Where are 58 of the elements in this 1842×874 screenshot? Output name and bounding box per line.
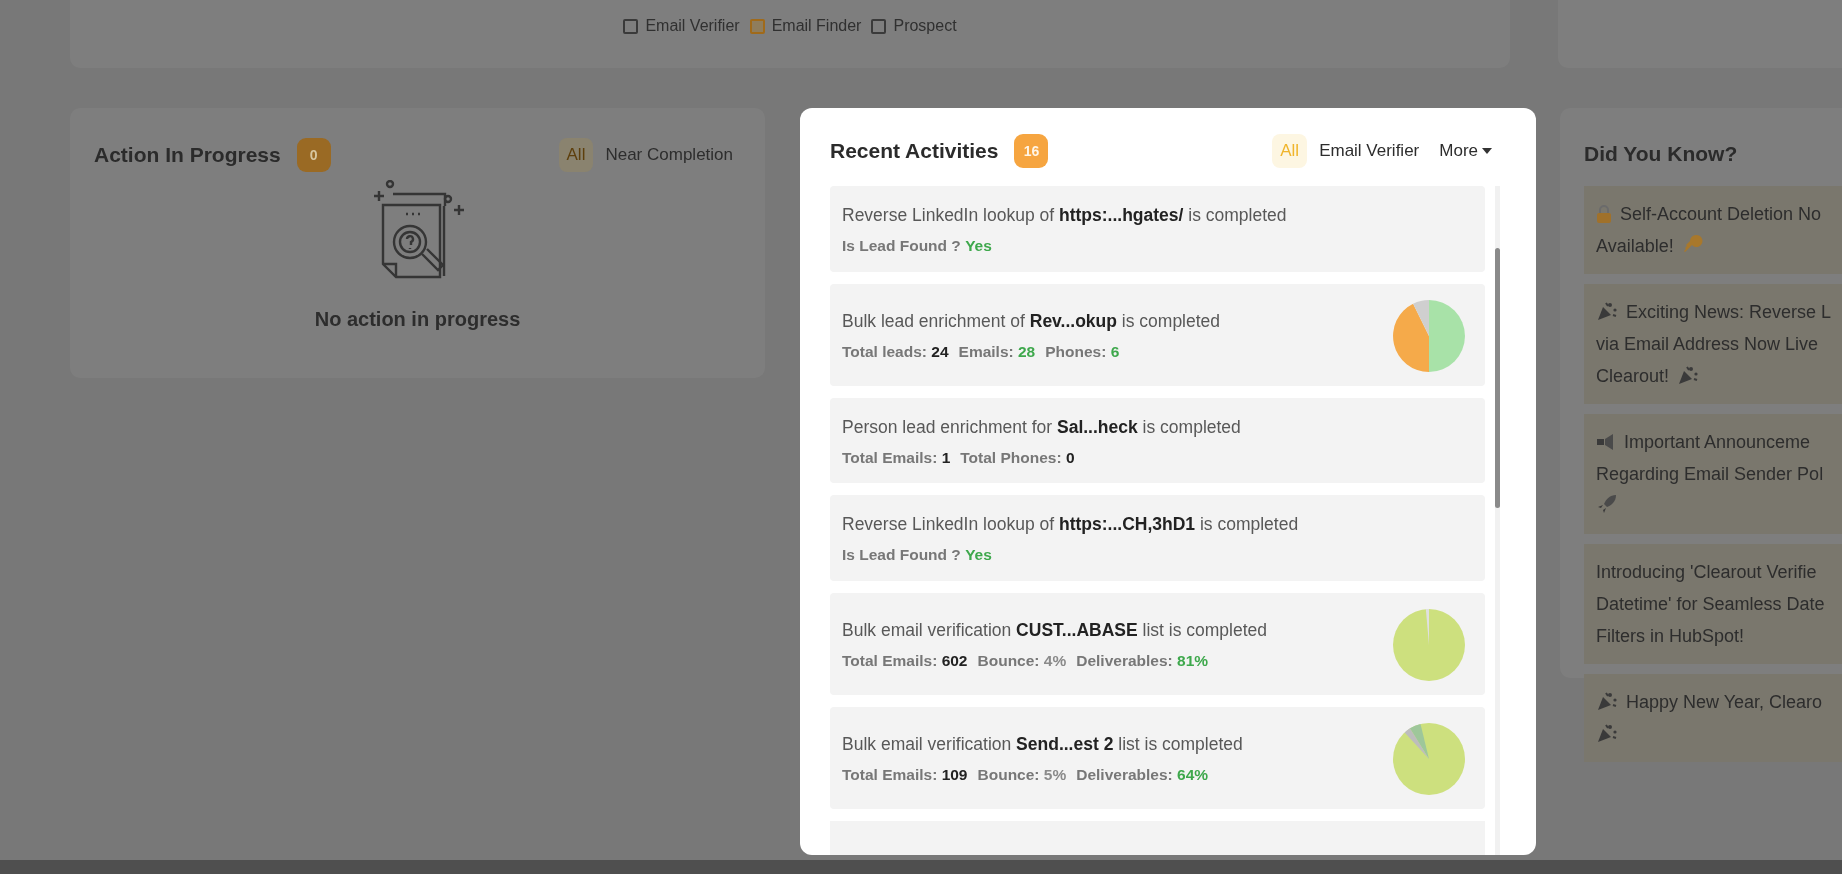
activity-text: Bulk email verification Send...est 2 list is completed — [842, 732, 1244, 756]
party-popper-icon — [1596, 300, 1618, 321]
stat-text: Emails: 28 — [958, 342, 1036, 362]
stat-text: Bounce: 5% — [977, 765, 1067, 785]
scrollbar[interactable] — [1495, 186, 1500, 855]
party-popper-icon — [1596, 690, 1618, 711]
stat-text: Total Emails: 109 — [842, 765, 968, 785]
tip-text: Clearout! — [1596, 365, 1670, 386]
stat-text: Bounce: 4% — [977, 651, 1067, 671]
party-popper-icon — [1596, 722, 1618, 743]
checkbox[interactable]: Prospect — [871, 14, 957, 38]
tip-card[interactable]: Introducing 'Clearout Verifie Datetime' for Seamless Date Filters in HubSpot! — [1584, 543, 1842, 664]
tip-card[interactable]: Important Announceme Regarding Email Sender Pol — [1584, 413, 1842, 534]
filter-tab[interactable]: Email Verifier — [1311, 134, 1428, 168]
count-badge: 16 — [1014, 134, 1049, 168]
stat-text: Deliverables: 81% — [1076, 651, 1209, 671]
activity-text: Bulk lead enrichment of Rev...okup is completed — [842, 309, 1222, 333]
rocket-icon — [1596, 492, 1618, 515]
activity-text: Bulk email verification CUST...ABASE list is completed — [842, 618, 1268, 642]
activity-text: Person lead enrichment for Sal...heck is completed — [842, 415, 1242, 439]
stat-text: Is Lead Found ? Yes — [842, 545, 992, 566]
filter-tab[interactable]: All — [558, 138, 594, 172]
tip-card[interactable]: Happy New Year, Clearo — [1584, 673, 1842, 762]
tip-card[interactable]: Self-Account Deletion No Available! — [1584, 185, 1842, 274]
tip-text: via Email Address Now Live — [1596, 333, 1819, 354]
stat-text: Is Lead Found ? Yes — [842, 236, 992, 257]
lock-icon — [1596, 204, 1612, 223]
tip-text: Exciting News: Reverse L — [1626, 301, 1832, 322]
tip-card[interactable]: Exciting News: Reverse L via Email Address Now Live Clearout! — [1584, 283, 1842, 404]
checkbox[interactable]: Email Finder — [749, 14, 862, 38]
panel-title: Action In Progress — [94, 142, 281, 169]
count-badge: 0 — [296, 138, 331, 172]
tip-text: Available! — [1596, 235, 1674, 256]
tip-text: Datetime' for Seamless Date — [1596, 593, 1825, 614]
filter-tab[interactable]: All — [1272, 134, 1308, 168]
stat-text: Total Phones: 0 — [960, 447, 1075, 468]
activity-text: Reverse LinkedIn lookup of https:...CH,3hD1 is completed — [842, 513, 1300, 536]
stat-text: Phones: 6 — [1045, 342, 1120, 362]
stat-text: Total Emails: 1 — [842, 447, 951, 468]
caret-icon — [1482, 148, 1492, 154]
activity-text: Reverse LinkedIn lookup of https:...hgates/ is completed — [842, 204, 1288, 227]
panel-title: Recent Activities — [830, 138, 999, 165]
tip-text: Happy New Year, Clearo — [1626, 691, 1823, 712]
filter-tab[interactable]: Near Completion — [597, 138, 741, 172]
tip-text: Regarding Email Sender Pol — [1596, 463, 1824, 484]
stat-text: Deliverables: 64% — [1076, 765, 1209, 785]
party-popper-icon — [1677, 364, 1700, 385]
panel-title: Did You Know? — [1584, 141, 1739, 167]
stat-text: Total leads: 24 — [842, 342, 949, 362]
tip-text: Important Announceme — [1624, 431, 1811, 452]
checkbox[interactable]: Email Verifier — [623, 14, 740, 38]
empty-message: No action in progress — [314, 307, 521, 332]
stat-text: Total Emails: 602 — [842, 651, 968, 671]
tip-text: Filters in HubSpot! — [1596, 625, 1745, 646]
more-dropdown[interactable]: More — [1431, 134, 1500, 168]
megaphone-icon — [1596, 432, 1616, 451]
tip-text: Introducing 'Clearout Verifie — [1596, 561, 1817, 582]
tip-text: Self-Account Deletion No — [1620, 203, 1822, 224]
